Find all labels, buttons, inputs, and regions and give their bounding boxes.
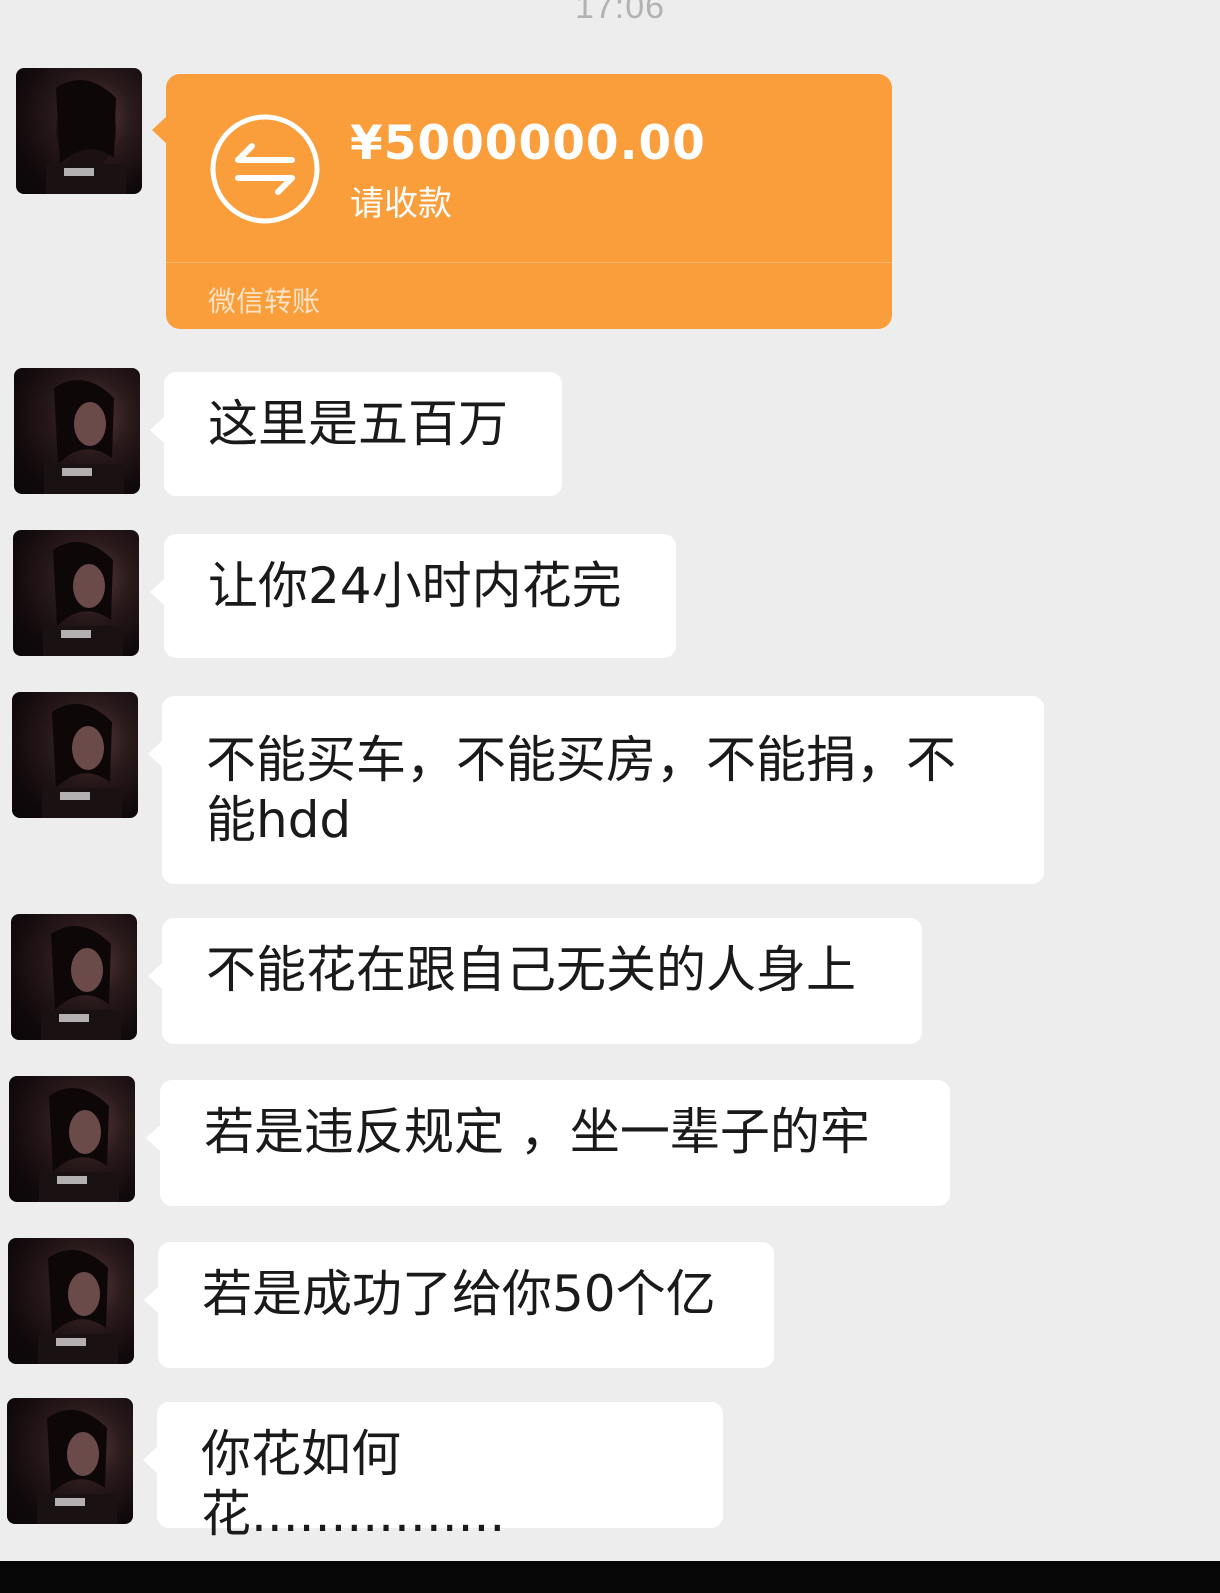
message-text: 让你24小时内花完 [208, 557, 622, 615]
contact-avatar[interactable] [8, 1238, 134, 1364]
message-bubble[interactable]: 这里是五百万 [150, 372, 562, 496]
contact-avatar[interactable] [7, 1398, 133, 1524]
contact-avatar[interactable] [16, 68, 142, 194]
message-bubble[interactable]: 不能花在跟自己无关的人身上 [148, 918, 922, 1044]
message-text: 你花如何花................ [201, 1425, 506, 1543]
message-bubble[interactable]: 若是违反规定 ，坐一辈子的牢 [146, 1080, 950, 1206]
bottom-edge-bar [0, 1561, 1220, 1593]
contact-avatar[interactable] [14, 368, 140, 494]
message-text: 不能买车，不能买房，不能捐，不能hdd [206, 731, 956, 849]
message-bubble[interactable]: 你花如何花................ [143, 1402, 723, 1543]
message-bubble[interactable]: 让你24小时内花完 [150, 534, 676, 658]
contact-avatar[interactable] [9, 1076, 135, 1202]
message-text: 不能花在跟自己无关的人身上 [206, 941, 856, 999]
contact-avatar[interactable] [13, 530, 139, 656]
message-timestamp: 17:06 [574, 0, 666, 26]
transfer-arrows-icon [210, 114, 320, 224]
transfer-note: 请收款 [350, 184, 452, 224]
transfer-card[interactable]: ¥5000000.00 请收款 微信转账 [152, 74, 892, 329]
message-bubble[interactable]: 若是成功了给你50个亿 [144, 1242, 774, 1368]
transfer-footer-label: 微信转账 [208, 285, 321, 318]
message-text: 这里是五百万 [208, 395, 508, 453]
message-bubble[interactable]: 不能买车，不能买房，不能捐，不能hdd [148, 696, 1044, 884]
contact-avatar[interactable] [12, 692, 138, 818]
message-text: 若是成功了给你50个亿 [202, 1265, 716, 1323]
contact-avatar[interactable] [11, 914, 137, 1040]
message-text: 若是违反规定 ，坐一辈子的牢 [204, 1103, 870, 1161]
transfer-divider [166, 262, 892, 263]
transfer-amount: ¥5000000.00 [350, 116, 706, 171]
